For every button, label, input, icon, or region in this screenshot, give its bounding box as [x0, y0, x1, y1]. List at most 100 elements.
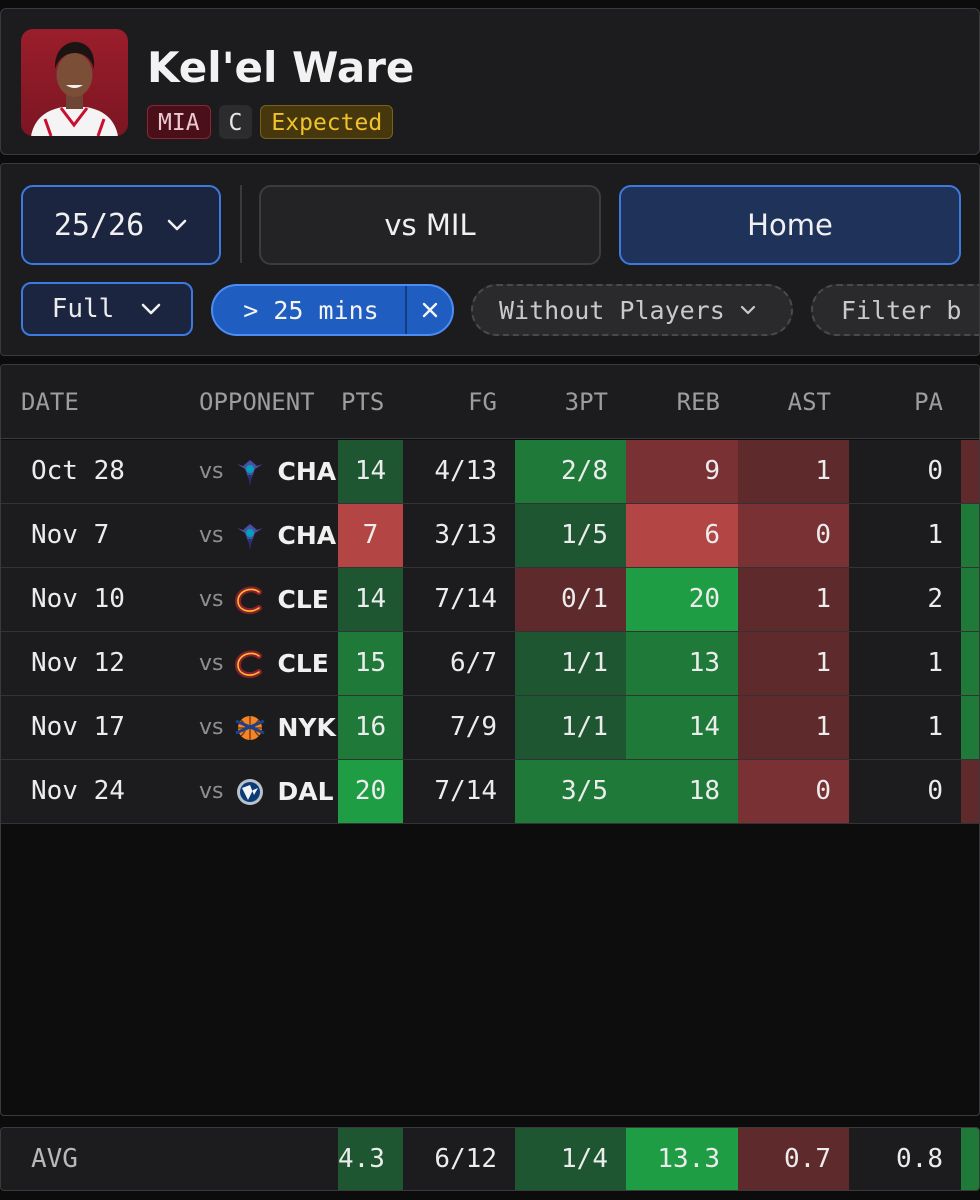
fg-cell: 7/9 [450, 712, 497, 742]
pts-cell: 20 [338, 760, 403, 823]
vs-label: vs [199, 779, 224, 804]
average-pa-cell: 0.8 [896, 1144, 943, 1174]
vs-label: vs [199, 587, 224, 612]
three-pt-cell: 1/1 [515, 632, 626, 695]
player-header: Kel'el Ware MIA C Expected [0, 8, 980, 155]
edge-cell [961, 696, 979, 759]
reb-cell: 13 [626, 632, 738, 695]
table-row[interactable]: Nov 12 vs CLE 15 6/7 1/1 13 1 1 [1, 632, 979, 696]
without-players-dropdown[interactable]: Without Players [471, 284, 793, 336]
edge-cell [961, 440, 979, 503]
column-header-ast[interactable]: AST [738, 365, 831, 439]
vs-label: vs [199, 459, 224, 484]
column-header-opponent[interactable]: OPPONENT [199, 365, 315, 439]
fg-cell: 4/13 [434, 456, 497, 486]
hornets-logo [233, 455, 267, 489]
average-edge-cell [961, 1128, 979, 1190]
date-cell: Oct 28 [31, 456, 125, 486]
three-pt-cell: 2/8 [515, 440, 626, 503]
date-cell: Nov 24 [31, 776, 125, 806]
vs-label: vs [199, 651, 224, 676]
table-row[interactable]: Nov 10 vs CLE 14 7/14 0/1 20 1 2 [1, 568, 979, 632]
three-pt-cell: 1/1 [515, 696, 626, 759]
period-dropdown[interactable]: Full [21, 282, 193, 336]
without-players-label: Without Players [499, 295, 725, 325]
cavaliers-logo [233, 583, 267, 617]
date-cell: Nov 12 [31, 648, 125, 678]
column-header-reb[interactable]: REB [626, 365, 720, 439]
minutes-filter-chip[interactable]: > 25 mins [211, 284, 454, 336]
pts-cell: 15 [338, 632, 403, 695]
status-badge: Expected [260, 105, 394, 139]
opponent-abbr: CLE [277, 585, 329, 614]
column-header-date[interactable]: DATE [21, 365, 79, 439]
reb-cell: 6 [626, 504, 738, 567]
player-avatar [21, 29, 128, 136]
average-reb-cell: 13.3 [626, 1128, 738, 1190]
knicks-logo [233, 711, 267, 745]
average-fg-cell: 6/12 [434, 1144, 497, 1174]
ast-cell: 1 [738, 440, 849, 503]
fg-cell: 7/14 [434, 776, 497, 806]
vs-label: vs [199, 523, 224, 548]
table-row[interactable]: Oct 28 vs CHA 14 4/13 2/8 9 1 0 [1, 440, 979, 504]
date-cell: Nov 10 [31, 584, 125, 614]
ast-cell: 1 [738, 696, 849, 759]
clear-minutes-button[interactable] [405, 286, 452, 334]
table-row[interactable]: Nov 24 vs DAL 20 7/14 3/5 18 0 0 [1, 760, 979, 824]
ast-cell: 0 [738, 504, 849, 567]
table-header: DATE OPPONENT PTS FG 3PT REB AST PA [1, 365, 979, 439]
opponent-abbr: CLE [277, 649, 329, 678]
close-icon [422, 302, 437, 318]
filter-panel: 25/26 vs MIL Home Full > 25 mins Without… [0, 163, 980, 356]
opponent-cell: vs NYK [199, 696, 337, 759]
opponent-toggle[interactable]: vs MIL [259, 185, 601, 265]
fg-cell: 7/14 [434, 584, 497, 614]
chevron-down-icon [740, 305, 755, 315]
pa-cell: 0 [927, 456, 943, 486]
table-row[interactable]: Nov 7 vs CHA 7 3/13 1/5 6 0 1 [1, 504, 979, 568]
ast-cell: 1 [738, 632, 849, 695]
opponent-abbr: NYK [277, 713, 336, 742]
reb-cell: 20 [626, 568, 738, 631]
filter-by-label: Filter b [841, 295, 962, 325]
opponent-abbr: DAL [277, 777, 334, 806]
three-pt-cell: 1/5 [515, 504, 626, 567]
vs-label: vs [199, 715, 224, 740]
pts-cell: 16 [338, 696, 403, 759]
home-toggle[interactable]: Home [619, 185, 961, 265]
average-label: AVG [31, 1144, 78, 1174]
pa-cell: 0 [927, 776, 943, 806]
minutes-filter-label: > 25 mins [243, 295, 379, 325]
mavericks-logo [233, 775, 267, 809]
edge-cell [961, 504, 979, 567]
reb-cell: 14 [626, 696, 738, 759]
average-3pt-cell: 1/4 [515, 1128, 626, 1190]
season-dropdown[interactable]: 25/26 [21, 185, 221, 265]
hornets-logo [233, 519, 267, 553]
edge-cell [961, 632, 979, 695]
player-badges: MIA C Expected [147, 105, 394, 139]
column-header-pts[interactable]: PTS [341, 365, 384, 439]
column-header-pa[interactable]: PA [849, 365, 943, 439]
ast-cell: 1 [738, 568, 849, 631]
opponent-abbr: CHA [277, 521, 337, 550]
date-cell: Nov 7 [31, 520, 110, 550]
average-ast-cell: 0.7 [738, 1128, 849, 1190]
opponent-cell: vs CLE [199, 568, 337, 631]
edge-cell [961, 568, 979, 631]
opponent-cell: vs CLE [199, 632, 337, 695]
edge-cell [961, 760, 979, 823]
average-row: AVG 4.3 6/12 1/4 13.3 0.7 0.8 [0, 1127, 980, 1191]
period-label: Full [51, 294, 115, 324]
pa-cell: 1 [927, 648, 943, 678]
three-pt-cell: 3/5 [515, 760, 626, 823]
opponent-cell: vs CHA [199, 440, 337, 503]
column-header-fg[interactable]: FG [403, 365, 497, 439]
table-row[interactable]: Nov 17 vs NYK 16 7/9 1/1 14 1 1 [1, 696, 979, 760]
average-pts-cell: 4.3 [338, 1128, 403, 1190]
reb-cell: 9 [626, 440, 738, 503]
column-header-3pt[interactable]: 3PT [515, 365, 608, 439]
chevron-down-icon [142, 303, 161, 315]
filter-by-dropdown[interactable]: Filter b [811, 284, 979, 336]
